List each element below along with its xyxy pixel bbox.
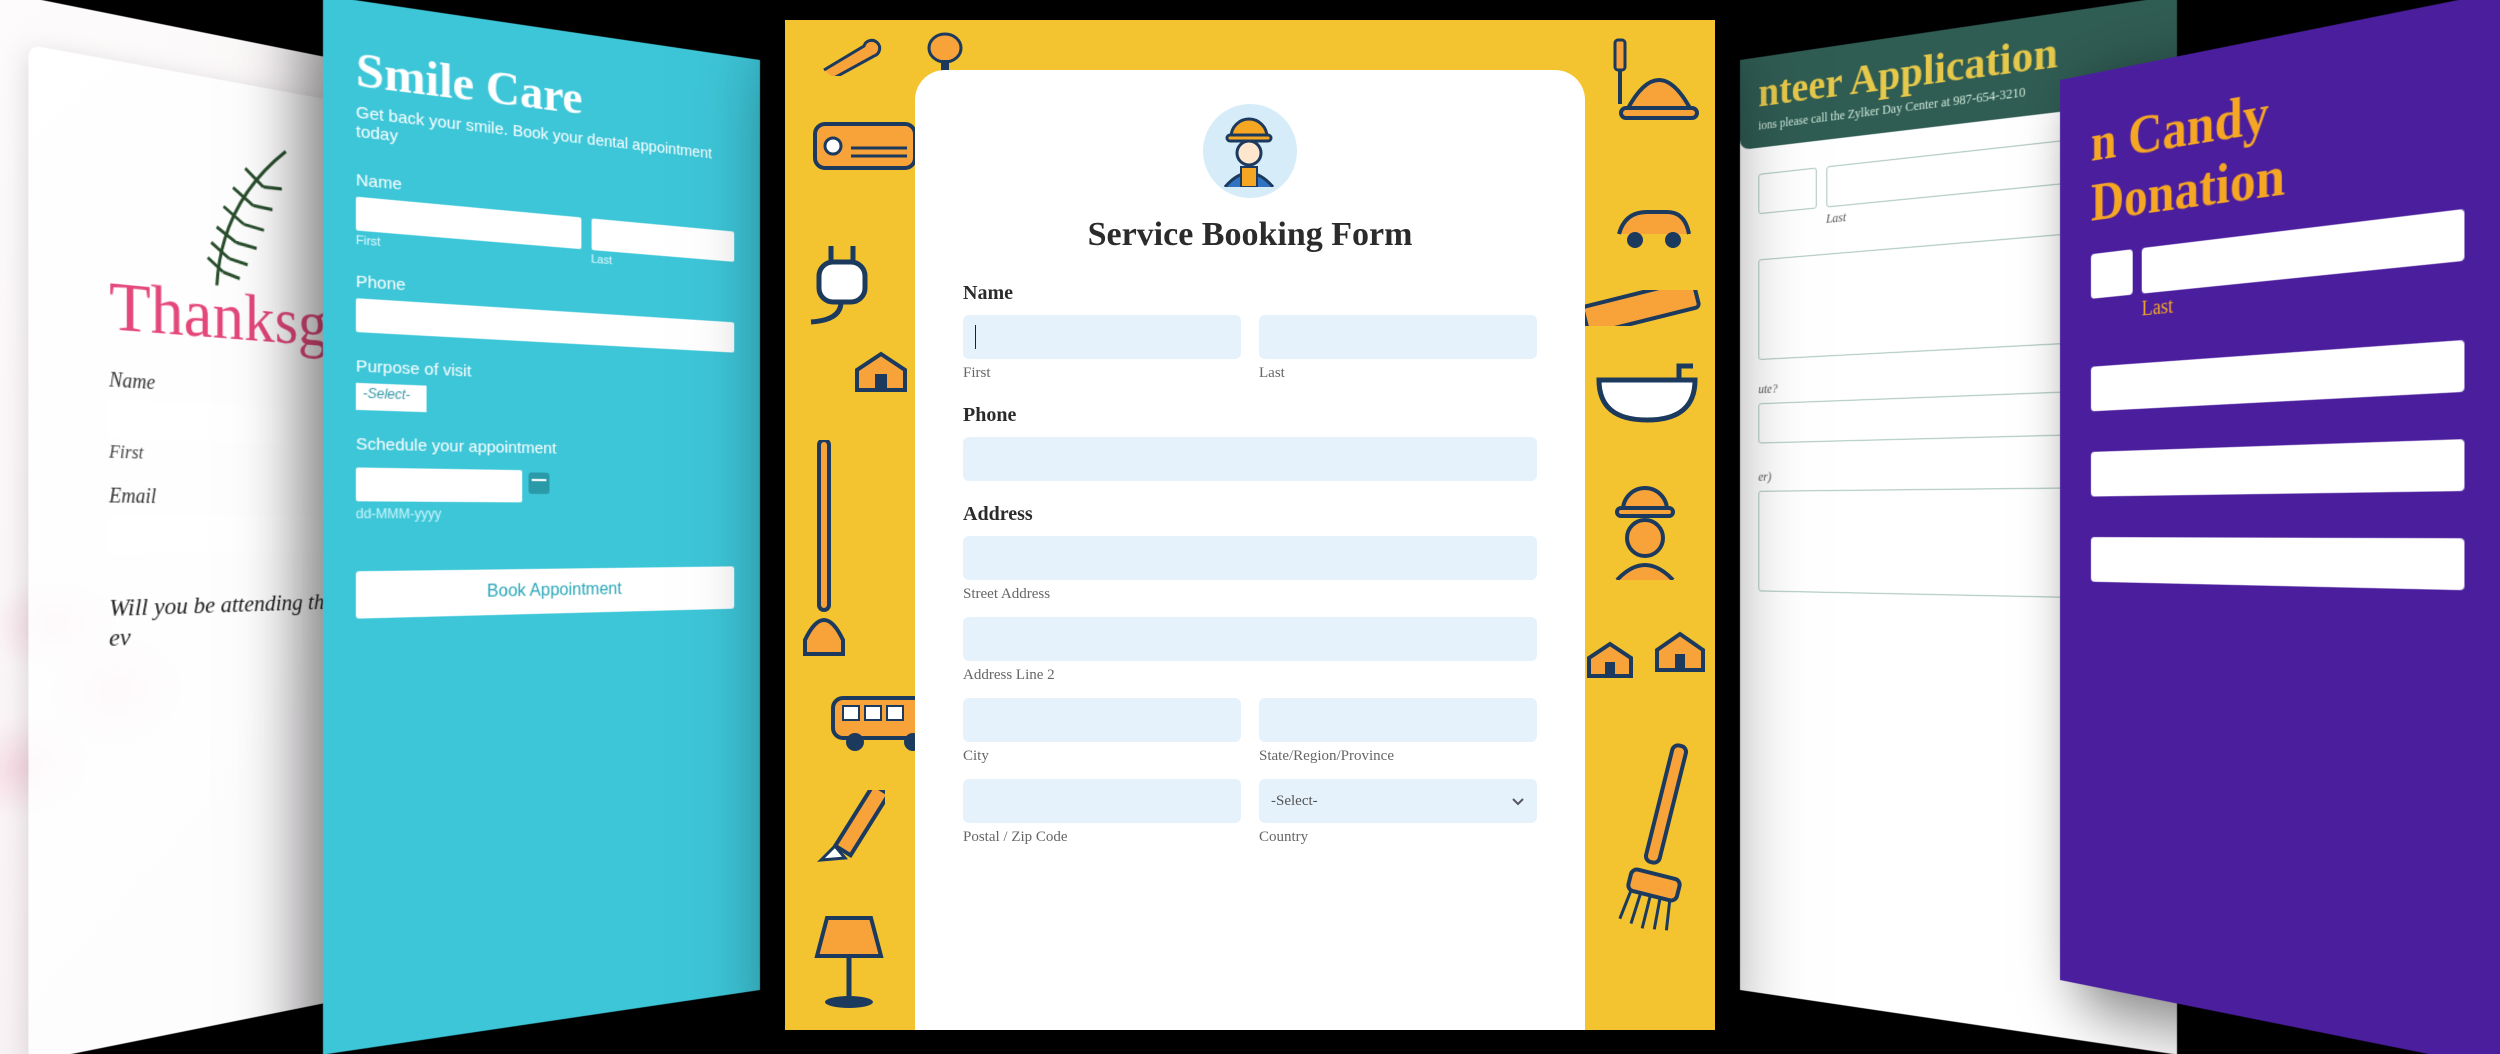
pencil-icon — [805, 790, 885, 870]
ruler-icon — [1581, 290, 1701, 326]
name-label: Name — [109, 368, 352, 405]
house-icon-3 — [1653, 630, 1707, 674]
plunger-icon — [799, 440, 849, 660]
smile-care-form: Smile Care Get back your smile. Book you… — [323, 0, 760, 1054]
book-appointment-button[interactable]: Book Appointment — [356, 566, 734, 618]
field-4[interactable] — [2091, 537, 2465, 590]
service-card: Service Booking Form Name First Last Pho… — [915, 70, 1585, 1030]
plug-icon — [805, 240, 883, 326]
first-name-input[interactable] — [2091, 249, 2132, 299]
text-cursor — [975, 325, 976, 349]
bathtub-icon — [1593, 360, 1703, 430]
phone-label: Phone — [963, 404, 1537, 427]
email-input[interactable] — [109, 515, 333, 554]
worker-icon — [1603, 480, 1689, 580]
ac-unit-icon — [811, 120, 921, 180]
date-input[interactable] — [356, 467, 522, 502]
email-label: Email — [109, 484, 352, 510]
line2-sublabel: Address Line 2 — [963, 667, 1537, 684]
service-booking-form: Service Booking Form Name First Last Pho… — [785, 20, 1715, 1030]
phone-input[interactable] — [963, 437, 1537, 481]
last-sublabel: Last — [1259, 365, 1537, 382]
field-3[interactable] — [2091, 439, 2465, 496]
first-name-input[interactable] — [109, 399, 286, 444]
cap-icon — [1617, 64, 1701, 122]
first-sublabel: First — [109, 443, 352, 470]
street-sublabel: Street Address — [963, 586, 1537, 603]
name-label: Name — [963, 282, 1537, 305]
postal-input[interactable] — [963, 779, 1241, 823]
calendar-icon[interactable] — [529, 472, 550, 494]
brush-icon — [1599, 740, 1699, 940]
lamp-icon — [807, 910, 891, 1010]
street-input[interactable] — [963, 536, 1537, 580]
candy-donation-form: n Candy Donation Last — [2060, 0, 2500, 1054]
country-select[interactable]: -Select- — [1259, 779, 1537, 823]
first-sublabel: First — [963, 365, 1241, 382]
wrench-icon — [819, 38, 889, 76]
last-name-input[interactable] — [1259, 315, 1537, 359]
country-sublabel: Country — [1259, 829, 1537, 846]
first-name-input[interactable] — [1758, 168, 1816, 215]
attending-question: Will you be attending the ev — [109, 587, 352, 653]
template-gallery-stage: Thanksgiv Name First Email Will you be a… — [0, 0, 2500, 1054]
service-title: Service Booking Form — [963, 216, 1537, 254]
chevron-down-icon — [1511, 794, 1525, 808]
worker-avatar-icon — [1203, 104, 1297, 198]
purpose-select[interactable]: -Select- — [356, 383, 427, 412]
date-format-hint: dd-MMM-yyyy — [356, 506, 734, 522]
address-label: Address — [963, 503, 1537, 526]
first-name-input[interactable] — [963, 315, 1241, 359]
city-sublabel: City — [963, 748, 1241, 765]
country-value: -Select- — [1271, 793, 1318, 810]
field-2[interactable] — [2091, 340, 2465, 411]
postal-sublabel: Postal / Zip Code — [963, 829, 1241, 846]
state-sublabel: State/Region/Province — [1259, 748, 1537, 765]
house-icon — [853, 350, 909, 394]
state-input[interactable] — [1259, 698, 1537, 742]
address-line2-input[interactable] — [963, 617, 1537, 661]
schedule-label: Schedule your appointment — [356, 435, 734, 462]
car-icon — [1613, 200, 1693, 250]
house-icon-2 — [1585, 640, 1635, 680]
city-input[interactable] — [963, 698, 1241, 742]
